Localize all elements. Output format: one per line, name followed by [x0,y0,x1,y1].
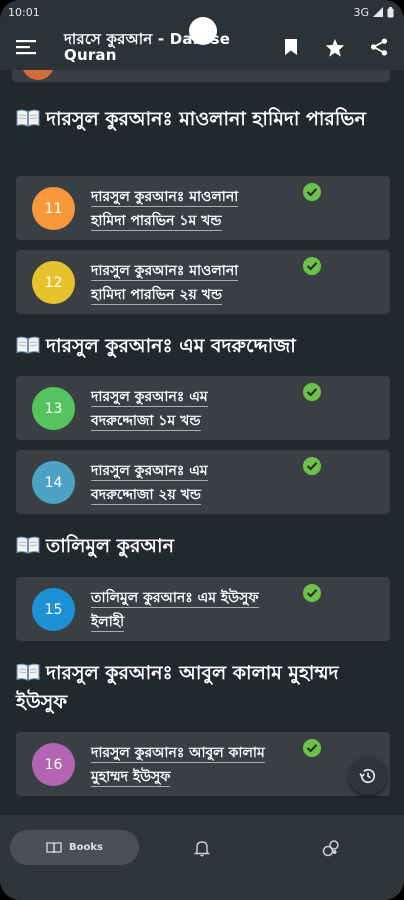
list-item-line1: দারসুল কুরআনঃ আবুল কালাম [91,745,265,763]
status-time: 10:01 [8,5,40,19]
section-title: দারসুল কুরআনঃ মাওলানা হামিদা পারভিন [16,106,386,135]
bell-icon [194,841,210,857]
number-badge: 15 [32,588,75,631]
list-item[interactable]: 15 তালিমুল কুরআনঃ এম ইউসুফ ইলাহী [16,577,390,641]
app-screen: 10:01 3G দারসে কুরআন - Darase Quran দারস… [0,0,404,900]
check-circle-icon [303,383,321,401]
list-item-title: দারসুল কুরআনঃ আবুল কালাম মুহাম্মদ ইউসুফ [91,741,291,789]
list-item[interactable]: 14 দারসুল কুরআনঃ এম বদরুদ্দোজা ২য় খন্ড [16,450,390,514]
history-icon [359,768,376,784]
number-badge: 11 [32,187,75,230]
section-title-text: দারসুল কুরআনঃ মাওলানা হামিদা পারভিন [46,108,366,130]
list-item-line1: দারসুল কুরআনঃ মাওলানা [91,189,239,207]
check-circle-icon [303,584,321,602]
menu-button[interactable] [14,35,38,59]
number-badge: 14 [32,461,75,504]
list-item[interactable]: 16 দারসুল কুরআনঃ আবুল কালাম মুহাম্মদ ইউস… [16,732,390,796]
bottom-navigation: Books [0,815,404,900]
section-title-text: দারসুল কুরআনঃ আবুল কালাম মুহাম্মদ ইউসুফ [16,662,339,713]
number-badge: 12 [32,261,75,304]
list-item[interactable]: 13 দারসুল কুরআনঃ এম বদরুদ্দোজা ১ম খন্ড [16,376,390,440]
list-item-title: দারসুল কুরআনঃ মাওলানা হামিদা পারভিন ১ম খ… [91,185,291,233]
list-item-line2: মুহাম্মদ ইউসুফ [91,769,171,787]
status-icons: 3G [353,6,394,19]
nav-books-tab[interactable]: Books [10,830,139,865]
list-item[interactable]: 12 দারসুল কুরআনঃ মাওলানা হামিদা পারভিন ২… [16,250,390,314]
section-title-text: তালিমুল কুরআন [46,535,174,557]
list-item-title: দারসুল কুরআনঃ এম বদরুদ্দোজা ২য় খন্ড [91,459,291,507]
list-item-line1: তালিমুল কুরআনঃ এম ইউসুফ [91,590,259,608]
list-item-title: দারসুল কুরআনঃ মাওলানা হামিদা পারভিন ২য় … [91,259,291,307]
apps-icon [322,840,339,857]
list-item-title: তালিমুল কুরআনঃ এম ইউসুফ ইলাহী [91,586,291,634]
section-title-text: দারসুল কুরআনঃ এম বদরুদ্দোজা [46,335,296,357]
list-item-line1: দারসুল কুরআনঃ মাওলানা [91,263,239,281]
nav-notifications-tab[interactable] [191,837,213,859]
check-circle-icon [303,739,321,757]
nav-apps-tab[interactable] [320,837,342,859]
share-button[interactable] [366,34,392,60]
star-icon [325,38,345,57]
open-book-icon [16,662,40,689]
number-badge: 13 [32,387,75,430]
list-item-line2: ইলাহী [91,614,125,632]
book-list: দারসুল কুরআনঃ মাওলানা হামিদা পারভিন 11 দ… [0,70,404,815]
open-book-icon [16,335,40,362]
hamburger-menu-icon [16,40,36,55]
list-item-line2: বদরুদ্দোজা ১ম খন্ড [91,413,201,431]
signal-icon [373,7,383,17]
number-badge: 16 [32,743,75,786]
section-title: তালিমুল কুরআন [16,533,386,562]
list-item-partial[interactable] [12,70,390,82]
battery-icon [387,6,394,17]
list-item-line2: হামিদা পারভিন ২য় খন্ড [91,287,223,305]
share-icon [370,38,388,56]
open-book-icon [16,108,40,135]
section-title: দারসুল কুরআনঃ আবুল কালাম মুহাম্মদ ইউসুফ [16,660,386,716]
list-item-line2: হামিদা পারভিন ১ম খন্ড [91,213,222,231]
section-title: দারসুল কুরআনঃ এম বদরুদ্দোজা [16,333,386,362]
list-item-line2: বদরুদ্দোজা ২য় খন্ড [91,487,201,505]
bookmark-button[interactable] [278,34,304,60]
list-item[interactable]: 11 দারসুল কুরআনঃ মাওলানা হামিদা পারভিন ১… [16,176,390,240]
list-item-line1: দারসুল কুরআনঃ এম [91,463,208,481]
nav-books-label: Books [69,842,103,853]
book-icon [46,841,62,853]
list-item-line1: দারসুল কুরআনঃ এম [91,389,208,407]
network-type: 3G [353,5,369,19]
open-book-icon [16,535,40,562]
camera-cutout [189,17,217,45]
check-circle-icon [303,257,321,275]
app-title: দারসে কুরআন - Darase Quran [64,30,231,64]
bookmark-icon [285,39,297,55]
check-circle-icon [303,457,321,475]
history-button[interactable] [349,757,387,795]
check-circle-icon [303,183,321,201]
list-item-title: দারসুল কুরআনঃ এম বদরুদ্দোজা ১ম খন্ড [91,385,291,433]
favorite-button[interactable] [322,34,348,60]
